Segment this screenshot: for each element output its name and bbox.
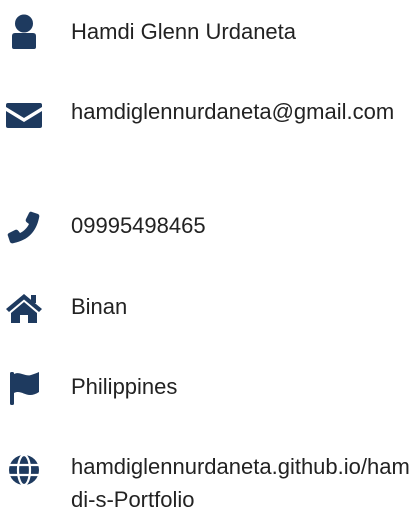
contact-country: Philippines xyxy=(71,374,178,399)
globe-icon xyxy=(4,450,44,490)
user-icon xyxy=(4,12,44,52)
contact-email[interactable]: hamdiglennurdaneta@gmail.com xyxy=(71,95,411,128)
contact-website[interactable]: hamdiglennurdaneta.github.io/hamdi-s-Por… xyxy=(71,450,411,516)
home-icon xyxy=(4,288,44,328)
contact-list: Hamdi Glenn Urdaneta hamdiglennurdaneta@… xyxy=(0,0,416,516)
contact-city: Binan xyxy=(71,294,128,319)
envelope-icon xyxy=(4,95,44,135)
contact-name: Hamdi Glenn Urdaneta xyxy=(71,19,297,44)
flag-icon xyxy=(4,368,44,408)
phone-icon xyxy=(4,208,44,248)
contact-phone[interactable]: 09995498465 xyxy=(71,209,411,242)
